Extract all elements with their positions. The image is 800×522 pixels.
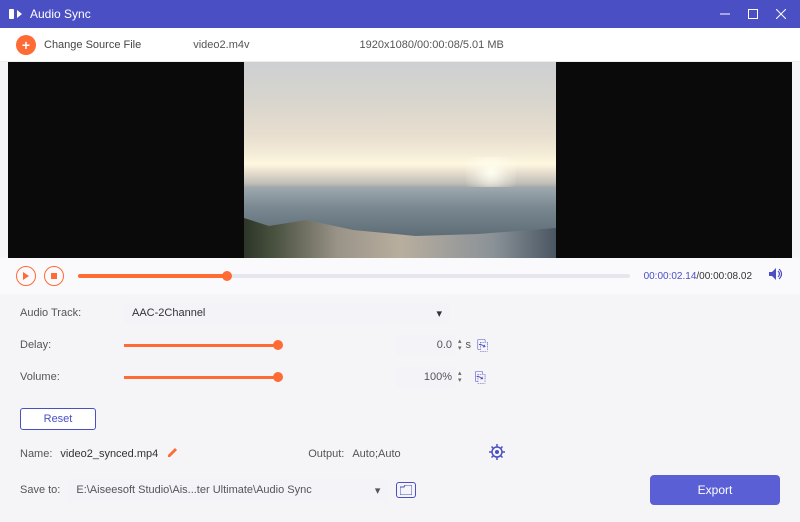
progress-thumb[interactable] <box>222 271 232 281</box>
timecode: 00:00:02.14/00:00:08.02 <box>644 271 752 282</box>
save-path-select[interactable]: E:\Aiseesoft Studio\Ais...ter Ultimate\A… <box>68 478 388 502</box>
play-button[interactable] <box>16 266 36 286</box>
save-path-value: E:\Aiseesoft Studio\Ais...ter Ultimate\A… <box>76 484 311 496</box>
saveto-label: Save to: <box>20 484 60 496</box>
player-bar: 00:00:02.14/00:00:08.02 <box>0 258 800 294</box>
total-time: 00:00:08.02 <box>699 271 752 282</box>
change-source-label: Change Source File <box>44 39 141 51</box>
edit-name-icon[interactable] <box>166 445 180 462</box>
name-label: Name: <box>20 448 52 460</box>
controls-panel: Audio Track: AAC-2Channel ▾ Delay: 0.0 ▴… <box>0 294 800 388</box>
app-logo-icon <box>8 6 24 22</box>
output-settings-icon[interactable] <box>489 444 505 463</box>
step-up-icon[interactable]: ▴ <box>458 370 462 377</box>
current-time: 00:00:02.14 <box>644 271 697 282</box>
audio-track-value: AAC-2Channel <box>132 307 205 319</box>
progress-bar[interactable] <box>78 274 630 278</box>
output-name-value: video2_synced.mp4 <box>60 448 158 460</box>
reset-button[interactable]: Reset <box>20 408 96 430</box>
audio-track-select[interactable]: AAC-2Channel ▾ <box>124 302 450 324</box>
delay-label: Delay: <box>20 339 124 351</box>
delay-unit: s <box>466 339 472 351</box>
step-up-icon[interactable]: ▴ <box>458 338 462 345</box>
delay-stepper[interactable]: ▴▾ <box>458 338 462 352</box>
maximize-button[interactable] <box>746 7 760 21</box>
audio-track-label: Audio Track: <box>20 307 124 319</box>
volume-icon[interactable] <box>768 267 784 286</box>
delay-input[interactable]: 0.0 <box>396 334 456 356</box>
output-row: Name: video2_synced.mp4 Output: Auto;Aut… <box>0 430 800 469</box>
file-toolbar: + Change Source File video2.m4v 1920x108… <box>0 28 800 62</box>
step-down-icon[interactable]: ▾ <box>458 377 462 384</box>
step-down-icon[interactable]: ▾ <box>458 345 462 352</box>
source-filename: video2.m4v <box>193 39 249 51</box>
chevron-down-icon: ▾ <box>436 307 442 320</box>
footer: Save to: E:\Aiseesoft Studio\Ais...ter U… <box>0 469 800 515</box>
video-frame <box>244 62 556 258</box>
delay-slider[interactable] <box>124 344 278 347</box>
app-title: Audio Sync <box>30 7 718 21</box>
output-label: Output: <box>308 448 344 460</box>
source-file-info: 1920x1080/00:00:08/5.01 MB <box>360 39 504 51</box>
video-preview <box>8 62 792 258</box>
volume-label: Volume: <box>20 371 124 383</box>
minimize-button[interactable] <box>718 7 732 21</box>
close-button[interactable] <box>774 7 788 21</box>
change-source-button[interactable]: + Change Source File <box>16 35 141 55</box>
volume-slider-thumb[interactable] <box>273 372 283 382</box>
volume-input[interactable]: 100% <box>396 366 456 388</box>
output-format-value: Auto;Auto <box>352 448 400 460</box>
apply-delay-icon[interactable]: ⎘ <box>477 337 488 354</box>
volume-stepper[interactable]: ▴▾ <box>458 370 462 384</box>
chevron-down-icon: ▾ <box>375 484 381 497</box>
titlebar: Audio Sync <box>0 0 800 28</box>
apply-volume-icon[interactable]: ⎘ <box>475 369 486 386</box>
open-folder-icon[interactable] <box>396 482 416 498</box>
export-button[interactable]: Export <box>650 475 780 505</box>
plus-icon: + <box>16 35 36 55</box>
delay-slider-thumb[interactable] <box>273 340 283 350</box>
progress-fill <box>78 274 227 278</box>
stop-button[interactable] <box>44 266 64 286</box>
volume-slider[interactable] <box>124 376 278 379</box>
